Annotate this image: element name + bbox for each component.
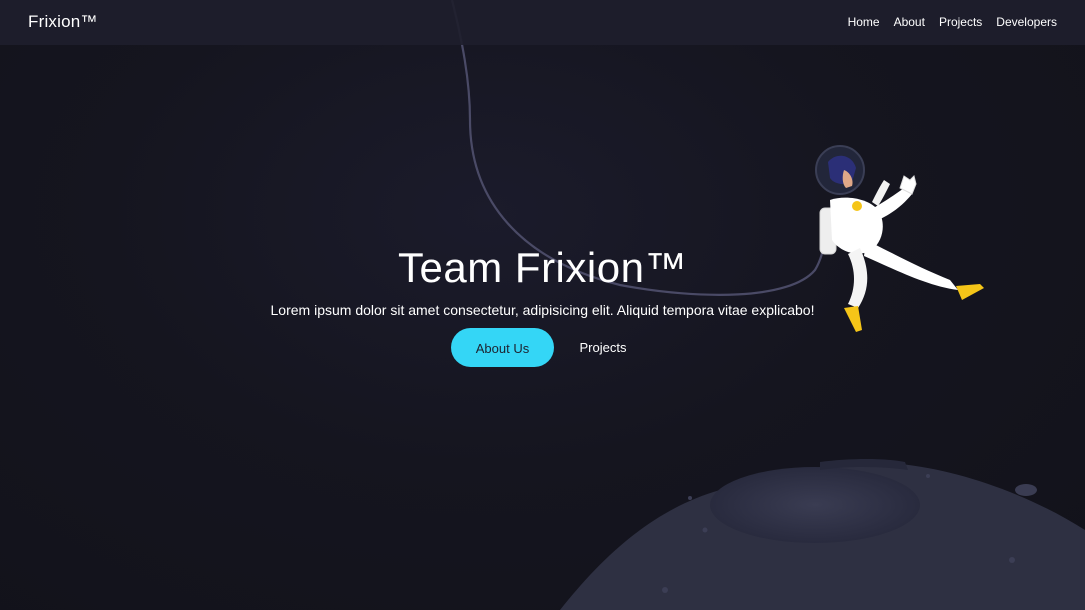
nav-links: Home About Projects Developers	[834, 15, 1057, 29]
nav-link-about[interactable]: About	[894, 15, 925, 29]
nav-link-developers[interactable]: Developers	[996, 15, 1057, 29]
astronaut-illustration	[815, 145, 984, 332]
nav-link-projects[interactable]: Projects	[939, 15, 982, 29]
navbar: Frixion™ Home About Projects Developers	[0, 0, 1085, 45]
projects-button[interactable]: Projects	[567, 328, 639, 367]
brand-logo[interactable]: Frixion™	[28, 12, 98, 32]
landing-page: Frixion™ Home About Projects Developers	[0, 0, 1085, 610]
nav-link-home[interactable]: Home	[848, 15, 880, 29]
about-us-button[interactable]: About Us	[451, 328, 554, 367]
